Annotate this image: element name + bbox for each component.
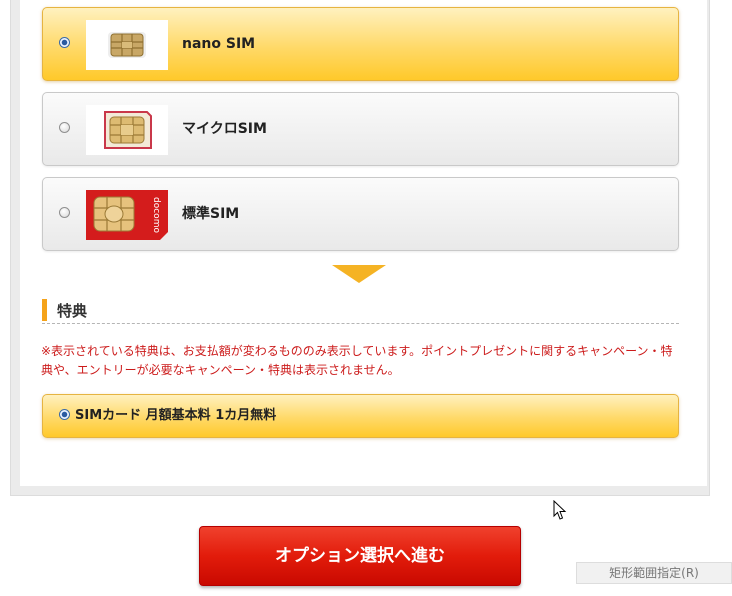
benefit-radio[interactable] bbox=[59, 409, 70, 420]
sim-radio-nano[interactable] bbox=[59, 37, 70, 48]
sim-option-micro[interactable]: マイクロSIM bbox=[42, 92, 679, 166]
nano-sim-chip-icon bbox=[86, 20, 168, 70]
section-title: 特典 bbox=[57, 302, 88, 320]
standard-sim-card-icon: docomo bbox=[86, 190, 168, 240]
docomo-text: docomo bbox=[151, 197, 161, 233]
benefits-notice: ※表示されている特典は、お支払額が変わるもののみ表示しています。ポイントプレゼン… bbox=[41, 344, 673, 377]
sim-radio-micro[interactable] bbox=[59, 122, 70, 133]
rectangle-select-tooltip: 矩形範囲指定(R) bbox=[576, 562, 732, 584]
sim-option-label: マイクロSIM bbox=[182, 121, 267, 137]
sim-option-nano[interactable]: nano SIM bbox=[42, 7, 679, 81]
benefit-option[interactable]: SIMカード 月額基本料 1カ月無料 bbox=[42, 394, 679, 438]
proceed-to-options-button[interactable]: オプション選択へ進む bbox=[199, 526, 521, 586]
benefits-section-header: 特典 bbox=[42, 297, 679, 324]
down-arrow-icon bbox=[332, 265, 386, 283]
benefit-label: SIMカード 月額基本料 1カ月無料 bbox=[75, 408, 277, 423]
section-accent-bar bbox=[42, 299, 47, 321]
sim-option-label: nano SIM bbox=[182, 36, 256, 52]
sim-option-label: 標準SIM bbox=[182, 206, 240, 222]
sim-radio-standard[interactable] bbox=[59, 207, 70, 218]
sim-option-standard[interactable]: docomo 標準SIM bbox=[42, 177, 679, 251]
micro-sim-card-icon bbox=[86, 105, 168, 155]
mouse-cursor-icon bbox=[553, 500, 567, 520]
